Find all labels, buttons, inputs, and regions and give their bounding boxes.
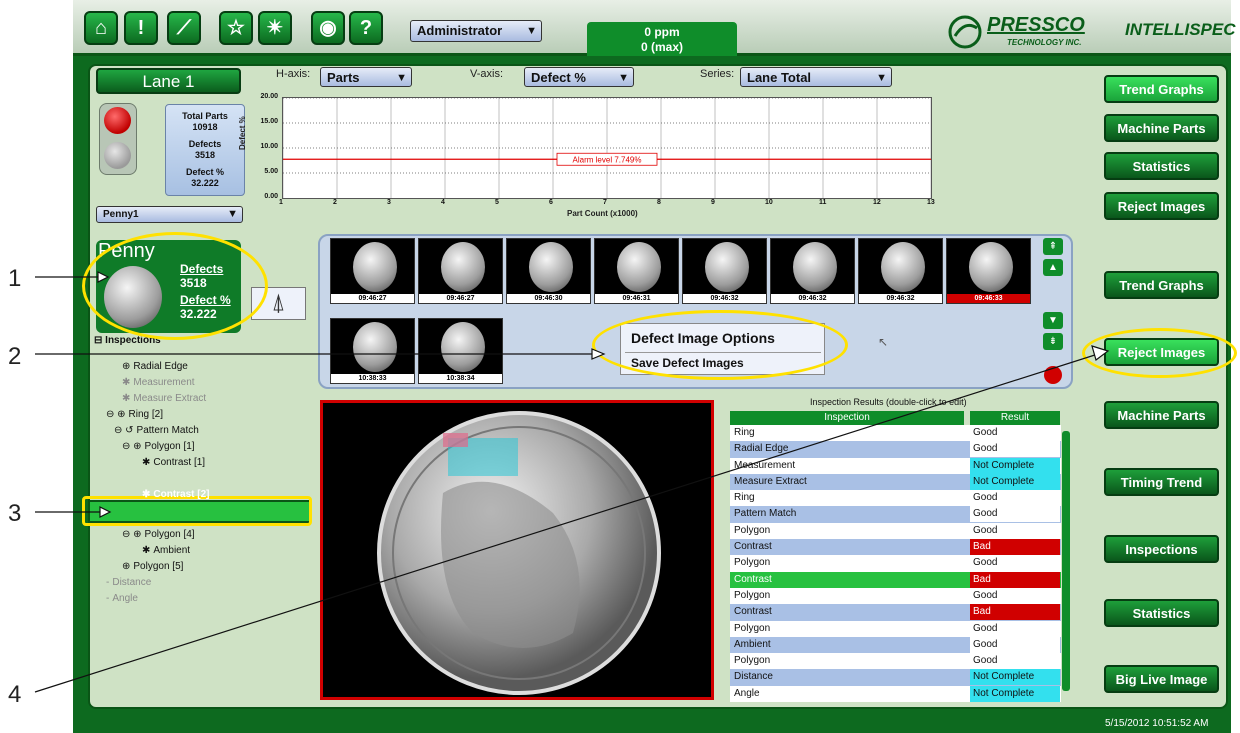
callout-arrows (34, 271, 1110, 693)
tree-item-label: Contrast [2] (153, 489, 210, 500)
tree-node-icon: ✱ (142, 489, 151, 500)
tree-item[interactable]: ✱ Contrast [2] (142, 489, 210, 500)
